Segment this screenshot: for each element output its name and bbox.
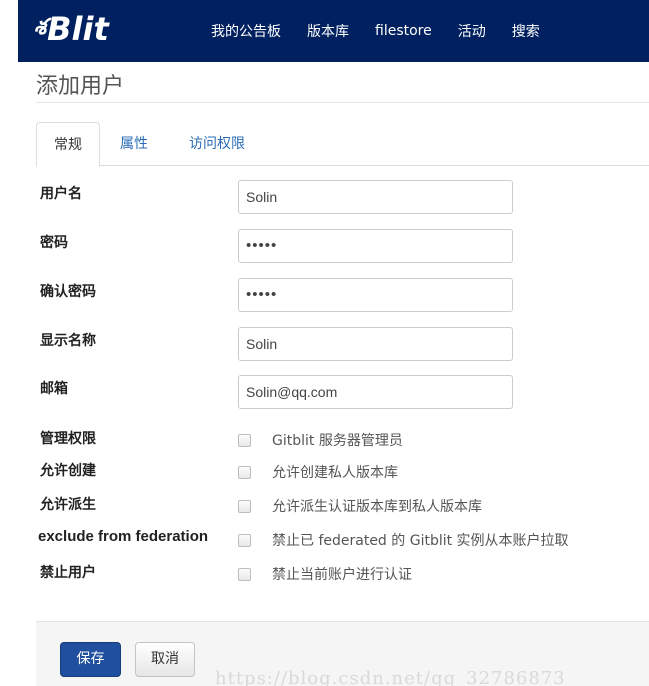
can-create-description: 允许创建私人版本库 — [272, 465, 398, 481]
can-fork-label: 允许派生 — [40, 497, 96, 513]
brand-name: Blit — [47, 10, 109, 48]
display-name-label: 显示名称 — [40, 333, 96, 349]
can-create-checkbox[interactable] — [238, 465, 251, 479]
main-nav: 我的公告板 版本库 filestore 活动 搜索 — [211, 0, 566, 62]
nav-item-dashboard[interactable]: 我的公告板 — [211, 21, 281, 41]
can-fork-checkbox[interactable] — [238, 499, 251, 513]
save-button[interactable]: 保存 — [60, 642, 121, 677]
header-divider — [36, 102, 649, 103]
watermark: https://blog.csdn.net/qq_32786873 — [215, 668, 566, 686]
can-fork-description: 允许派生认证版本库到私人版本库 — [272, 499, 482, 515]
password-label: 密码 — [40, 235, 68, 251]
top-navbar: శ Blit 我的公告板 版本库 filestore 活动 搜索 — [18, 0, 649, 62]
nav-item-repositories[interactable]: 版本库 — [307, 21, 349, 41]
confirm-password-input[interactable]: ••••• — [238, 278, 513, 312]
display-name-input[interactable]: Solin — [238, 327, 513, 361]
can-create-row: 允许创建私人版本库 — [238, 462, 398, 482]
tab-attributes[interactable]: 属性 — [120, 122, 148, 166]
nav-item-filestore[interactable]: filestore — [375, 23, 432, 39]
can-create-label: 允许创建 — [40, 463, 96, 479]
disabled-checkbox[interactable] — [238, 567, 251, 581]
exclude-federation-row: 禁止已 federated 的 Gitblit 实例从本账户拉取 — [238, 530, 569, 550]
email-input[interactable]: Solin@qq.com — [238, 375, 513, 409]
gitblit-logo[interactable]: శ Blit — [34, 10, 109, 48]
username-input[interactable]: Solin — [238, 180, 513, 214]
admin-description: Gitblit 服务器管理员 — [272, 433, 403, 449]
tab-general[interactable]: 常规 — [36, 122, 100, 167]
admin-checkbox[interactable] — [238, 433, 251, 447]
disabled-row: 禁止当前账户进行认证 — [238, 564, 412, 584]
disabled-label: 禁止用户 — [40, 565, 96, 581]
username-label: 用户名 — [40, 186, 82, 202]
admin-row: Gitblit 服务器管理员 — [238, 430, 403, 450]
disabled-description: 禁止当前账户进行认证 — [272, 567, 412, 583]
confirm-password-label: 确认密码 — [40, 284, 96, 300]
can-fork-row: 允许派生认证版本库到私人版本库 — [238, 496, 482, 516]
admin-label: 管理权限 — [40, 431, 96, 447]
page-title: 添加用户 — [36, 74, 125, 99]
tab-access-permissions[interactable]: 访问权限 — [189, 122, 245, 166]
password-input[interactable]: ••••• — [238, 229, 513, 263]
exclude-federation-label: exclude from federation — [38, 528, 209, 545]
nav-item-search[interactable]: 搜索 — [512, 21, 540, 41]
nav-item-activity[interactable]: 活动 — [458, 21, 486, 41]
tab-bar: 常规 属性 访问权限 — [36, 122, 649, 167]
email-label: 邮箱 — [40, 381, 68, 397]
exclude-federation-checkbox[interactable] — [238, 533, 251, 547]
exclude-federation-description: 禁止已 federated 的 Gitblit 实例从本账户拉取 — [272, 533, 569, 549]
cancel-button[interactable]: 取消 — [135, 642, 195, 677]
brand-mark: శ — [34, 13, 47, 40]
